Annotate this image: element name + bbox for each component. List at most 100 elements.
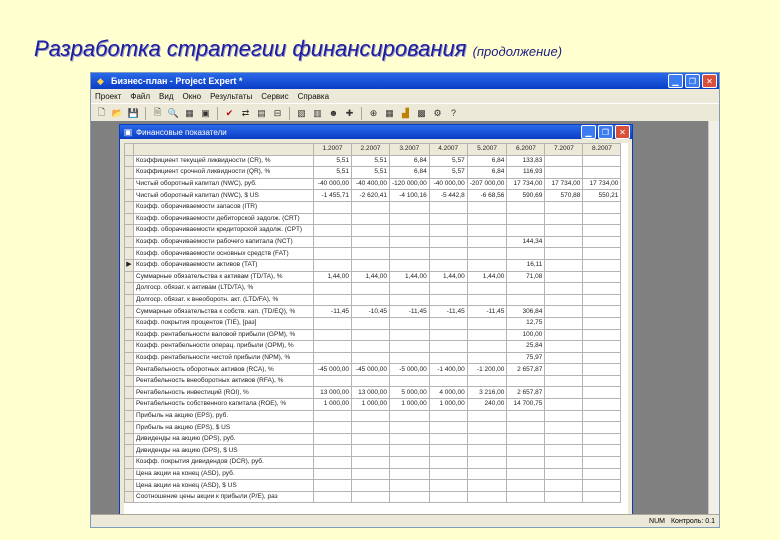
grid-cell[interactable] bbox=[428, 247, 468, 260]
grid-cell[interactable] bbox=[351, 409, 390, 423]
grid-cell[interactable] bbox=[466, 479, 508, 492]
grid-cell[interactable]: 12,75 bbox=[506, 316, 546, 330]
grid-cell[interactable] bbox=[544, 340, 584, 353]
grid-cell[interactable] bbox=[582, 200, 622, 214]
image-icon[interactable]: ▧ bbox=[295, 107, 308, 120]
people-icon[interactable]: ☻ bbox=[327, 107, 340, 120]
grid-cell[interactable] bbox=[351, 224, 390, 237]
grid-cell[interactable] bbox=[506, 374, 546, 388]
grid-cell[interactable] bbox=[313, 282, 352, 295]
grid-cell[interactable] bbox=[506, 409, 546, 423]
maximize-button[interactable]: ❐ bbox=[685, 74, 700, 88]
grid-cell[interactable] bbox=[428, 432, 468, 446]
menu-item-results[interactable]: Результаты bbox=[210, 92, 252, 101]
grid-cell[interactable]: 1 000,00 bbox=[313, 398, 352, 411]
grid-cell[interactable] bbox=[544, 166, 584, 179]
row-indicator[interactable] bbox=[124, 270, 134, 284]
grid-cell[interactable] bbox=[506, 212, 546, 226]
column-header[interactable]: 2.2007 bbox=[351, 143, 390, 156]
row-indicator[interactable] bbox=[124, 456, 134, 469]
grid-cell[interactable]: 5 000,00 bbox=[389, 386, 430, 400]
grid-cell[interactable] bbox=[428, 409, 468, 423]
minimize-button[interactable]: ▁ bbox=[668, 74, 683, 88]
grid-cell[interactable]: -45 000,00 bbox=[351, 363, 390, 376]
grid-cell[interactable]: 5,51 bbox=[351, 154, 390, 168]
row-indicator[interactable] bbox=[124, 166, 134, 179]
grid-cell[interactable] bbox=[582, 224, 622, 237]
grid-cell[interactable] bbox=[313, 432, 352, 446]
row-indicator[interactable] bbox=[124, 386, 134, 400]
row-indicator[interactable] bbox=[124, 293, 134, 307]
grid-cell[interactable]: 71,08 bbox=[506, 270, 546, 284]
row-indicator[interactable] bbox=[124, 328, 134, 342]
row-indicator[interactable] bbox=[124, 247, 134, 260]
grid-cell[interactable] bbox=[582, 235, 622, 249]
grid-cell[interactable] bbox=[389, 258, 430, 272]
grid-cell[interactable]: 1,44,00 bbox=[351, 270, 390, 284]
grid-cell[interactable] bbox=[428, 444, 468, 458]
bar-chart-icon[interactable]: ▟ bbox=[399, 107, 412, 120]
grid-cell[interactable] bbox=[544, 212, 584, 226]
grid-cell[interactable] bbox=[389, 456, 430, 469]
grid-cell[interactable]: 1 000,00 bbox=[428, 398, 468, 411]
menu-item-window[interactable]: Окно bbox=[183, 92, 202, 101]
grid-cell[interactable] bbox=[466, 340, 508, 353]
table-row[interactable]: Суммарные обязательства к активам (TD/TA… bbox=[124, 270, 622, 284]
grid-cell[interactable] bbox=[544, 305, 584, 318]
grid-cell[interactable] bbox=[506, 467, 546, 481]
grid-cell[interactable] bbox=[582, 444, 622, 458]
grid-cell[interactable] bbox=[351, 328, 390, 342]
open-folder-icon[interactable]: 📂 bbox=[111, 107, 124, 120]
grid-cell[interactable] bbox=[582, 258, 622, 272]
grid-cell[interactable] bbox=[313, 456, 352, 469]
grid-cell[interactable] bbox=[582, 398, 622, 411]
row-indicator[interactable] bbox=[124, 235, 134, 249]
grid-cell[interactable] bbox=[544, 247, 584, 260]
grid-cell[interactable] bbox=[428, 421, 468, 434]
grid-cell[interactable]: 1,44,00 bbox=[313, 270, 352, 284]
grid-cell[interactable]: -4 100,16 bbox=[389, 189, 430, 202]
grid-cell[interactable] bbox=[466, 282, 508, 295]
grid-cell[interactable] bbox=[428, 456, 468, 469]
grid-cell[interactable]: 17 734,00 bbox=[544, 177, 584, 191]
row-indicator[interactable] bbox=[124, 224, 134, 237]
grid-cell[interactable] bbox=[506, 247, 546, 260]
menu-item-file[interactable]: Файл bbox=[130, 92, 150, 101]
grid-cell[interactable]: -1 455,71 bbox=[313, 189, 352, 202]
table-row[interactable]: Дивиденды на акцию (DPS), $ US bbox=[124, 444, 622, 458]
grid-cell[interactable] bbox=[389, 467, 430, 481]
column-header[interactable]: 4.2007 bbox=[428, 143, 468, 156]
grid-cell[interactable]: 550,21 bbox=[582, 189, 622, 202]
grid-cell[interactable] bbox=[582, 305, 622, 318]
grid-cell[interactable] bbox=[544, 421, 584, 434]
row-indicator[interactable] bbox=[124, 363, 134, 376]
grid-cell[interactable]: 6,84 bbox=[466, 154, 508, 168]
grid-cell[interactable]: 6,84 bbox=[389, 166, 430, 179]
grid-cell[interactable]: 17 734,00 bbox=[582, 177, 622, 191]
grid-cell[interactable]: 5,51 bbox=[313, 154, 352, 168]
grid-cell[interactable] bbox=[351, 200, 390, 214]
grid-cell[interactable]: -5 442,8 bbox=[428, 189, 468, 202]
grid-cell[interactable] bbox=[506, 200, 546, 214]
grid-cell[interactable] bbox=[313, 374, 352, 388]
grid-cell[interactable] bbox=[582, 340, 622, 353]
grid-cell[interactable] bbox=[389, 351, 430, 365]
grid-cell[interactable] bbox=[313, 235, 352, 249]
grid-cell[interactable] bbox=[506, 432, 546, 446]
child-maximize-button[interactable]: ❐ bbox=[598, 125, 613, 139]
grid-cell[interactable] bbox=[466, 328, 508, 342]
grid-cell[interactable] bbox=[544, 328, 584, 342]
table-row[interactable]: Рентабельность инвестиций (ROI), % 13 000… bbox=[124, 386, 622, 400]
row-indicator[interactable]: ▶ bbox=[124, 258, 134, 272]
grid-cell[interactable]: 75,97 bbox=[506, 351, 546, 365]
row-indicator[interactable] bbox=[124, 432, 134, 446]
table-row[interactable]: Цена акции на конец (ASD), $ US bbox=[124, 479, 622, 492]
grid-cell[interactable] bbox=[506, 421, 546, 434]
table-row[interactable]: Дивиденды на акцию (DPS), руб. bbox=[124, 432, 622, 446]
grid-cell[interactable] bbox=[351, 444, 390, 458]
grid-cell[interactable] bbox=[351, 282, 390, 295]
grid-cell[interactable] bbox=[466, 224, 508, 237]
row-indicator[interactable] bbox=[124, 189, 134, 202]
search-icon[interactable]: 🔍 bbox=[167, 107, 180, 120]
grid-cell[interactable] bbox=[313, 479, 352, 492]
